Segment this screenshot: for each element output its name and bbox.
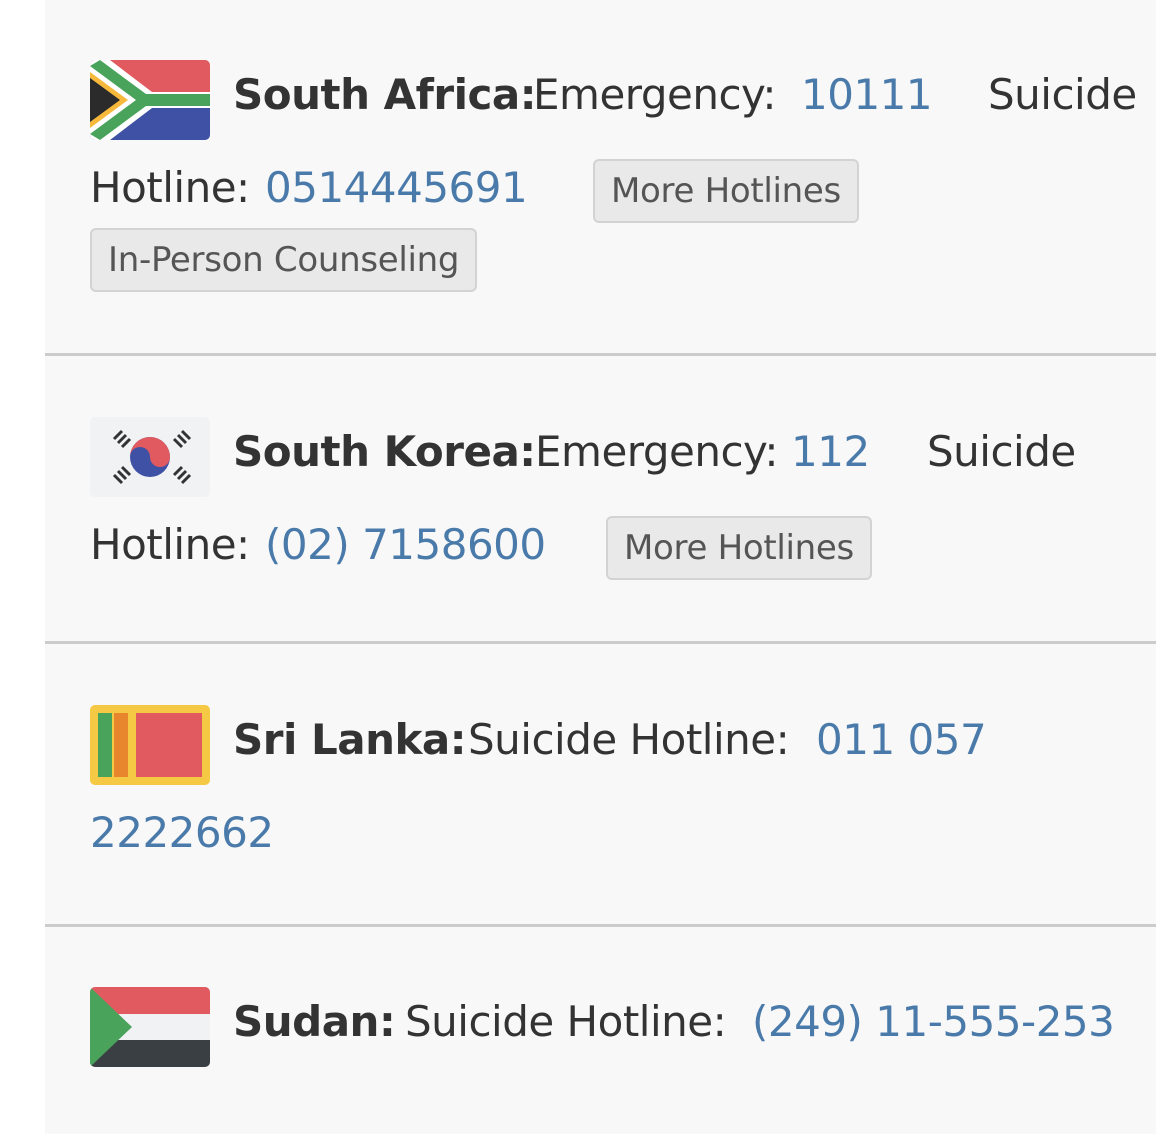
- suicide-hotline-label: Suicide: [988, 70, 1137, 119]
- suicide-hotline-number-link[interactable]: 011 057: [816, 715, 987, 765]
- list-item-sri-lanka: Sri Lanka: Suicide Hotline: 011 057 2222…: [45, 644, 1156, 927]
- suicide-hotline-label: Suicide Hotline:: [468, 715, 790, 764]
- suicide-hotline-label: Suicide: [927, 427, 1076, 476]
- more-hotlines-button[interactable]: More Hotlines: [606, 516, 872, 580]
- emergency-label: Emergency:: [533, 70, 776, 119]
- south-africa-flag-icon: [90, 60, 210, 140]
- emergency-number-link[interactable]: 112: [791, 427, 870, 477]
- more-hotlines-button[interactable]: More Hotlines: [593, 159, 859, 223]
- country-name: South Africa:: [233, 70, 537, 119]
- country-name: Sudan:: [233, 997, 396, 1046]
- in-person-counseling-button[interactable]: In-Person Counseling: [90, 228, 478, 292]
- sri-lanka-flag-icon: [90, 705, 210, 785]
- south-korea-flag-icon: [90, 417, 210, 497]
- suicide-hotline-number-link[interactable]: (249) 11-555-253: [752, 997, 1115, 1047]
- suicide-hotline-label-cont: Hotline:: [90, 520, 250, 569]
- suicide-hotline-label-cont: Hotline:: [90, 163, 250, 212]
- suicide-hotline-number-link[interactable]: 0514445691: [265, 163, 528, 213]
- emergency-number-link[interactable]: 10111: [801, 70, 933, 120]
- sudan-flag-icon: [90, 987, 210, 1067]
- suicide-hotline-number-link[interactable]: (02) 7158600: [265, 520, 546, 570]
- country-name: South Korea:: [233, 427, 536, 476]
- suicide-hotline-number-link-cont[interactable]: 2222662: [90, 808, 274, 858]
- emergency-label: Emergency:: [535, 427, 778, 476]
- hotline-list: South Africa: Emergency: 10111 Suicide H…: [45, 0, 1156, 1134]
- list-item-south-africa: South Africa: Emergency: 10111 Suicide H…: [45, 0, 1156, 356]
- list-item-sudan: Sudan: Suicide Hotline: (249) 11-555-253: [45, 927, 1156, 1134]
- country-name: Sri Lanka:: [233, 715, 467, 764]
- suicide-hotline-label: Suicide Hotline:: [405, 997, 727, 1046]
- list-item-south-korea: South Korea: Emergency: 112 Suicide Hotl…: [45, 356, 1156, 644]
